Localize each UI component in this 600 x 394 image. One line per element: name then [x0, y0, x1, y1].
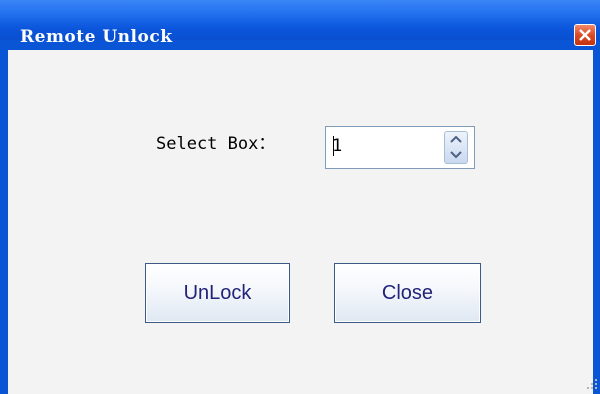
- title-bar[interactable]: Remote Unlock: [0, 0, 600, 47]
- window-title: Remote Unlock: [20, 27, 173, 47]
- close-window-button[interactable]: [574, 24, 596, 46]
- select-box-spinner[interactable]: 1: [325, 126, 475, 169]
- spinner-up-button[interactable]: [445, 132, 467, 147]
- dialog-body: Select Box： 1 UnLock Close: [8, 50, 597, 394]
- chevron-down-icon: [450, 151, 462, 159]
- spinner-down-button[interactable]: [445, 148, 467, 163]
- close-button[interactable]: Close: [334, 263, 481, 323]
- chevron-up-icon: [450, 135, 462, 143]
- remote-unlock-window: Remote Unlock Select Box： 1 UnLock Close: [0, 0, 600, 394]
- text-caret: [333, 136, 334, 156]
- resize-grip-icon[interactable]: [585, 377, 599, 391]
- unlock-button[interactable]: UnLock: [145, 263, 290, 323]
- select-box-label: Select Box：: [156, 134, 276, 154]
- spinner-buttons: [444, 131, 468, 164]
- close-icon: [579, 29, 591, 41]
